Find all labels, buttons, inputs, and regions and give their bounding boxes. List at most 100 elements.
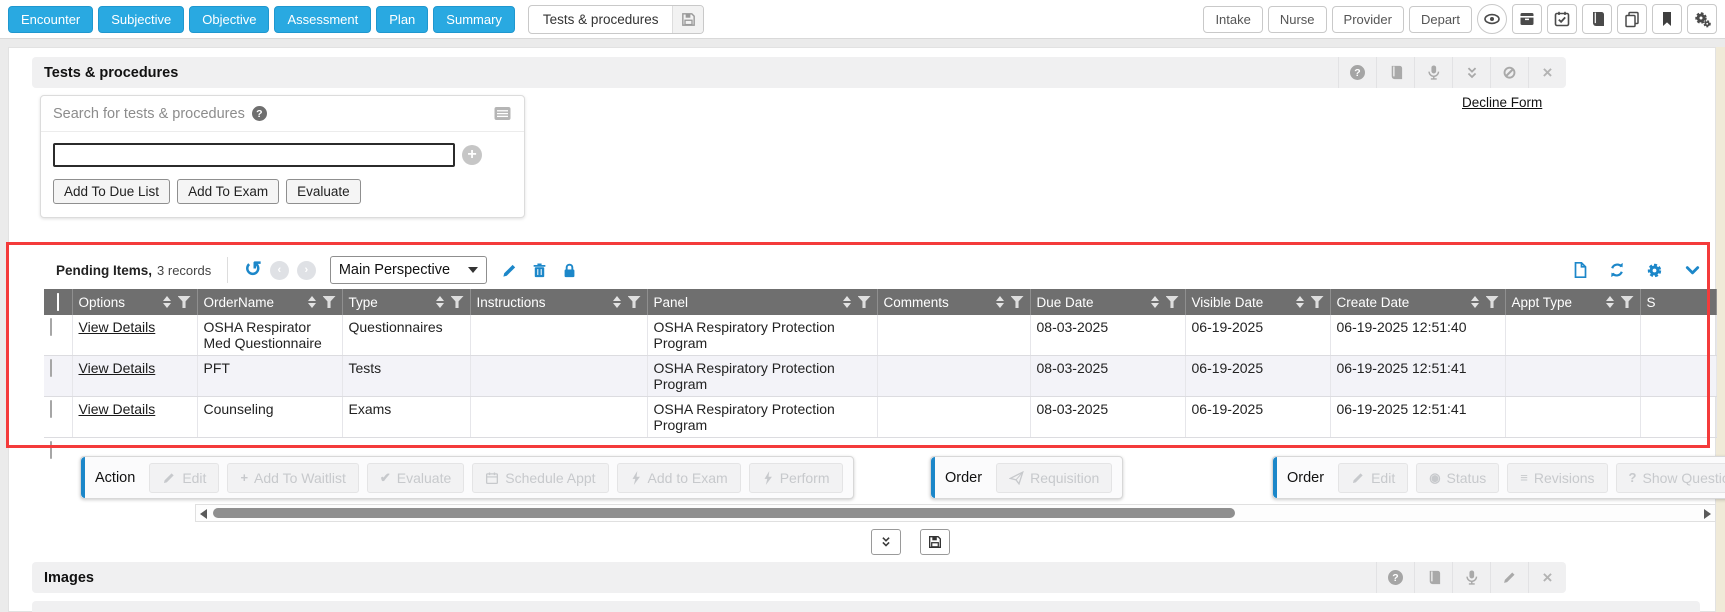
select-all-header[interactable]: [44, 289, 72, 315]
schedule-appt-button-disabled[interactable]: Schedule Appt: [472, 463, 608, 493]
tab-objective[interactable]: Objective: [189, 6, 269, 33]
sort-icon[interactable]: [1606, 296, 1614, 308]
column-header-instructions[interactable]: Instructions: [470, 289, 647, 315]
refresh-icon[interactable]: [1608, 261, 1626, 279]
next-page-button[interactable]: ›: [297, 261, 316, 280]
edit-pencil-icon[interactable]: [501, 262, 518, 279]
intake-button[interactable]: Intake: [1203, 6, 1262, 33]
evaluate-button[interactable]: Evaluate: [286, 179, 361, 204]
column-header-type[interactable]: Type: [342, 289, 470, 315]
help-button[interactable]: ?: [1338, 57, 1376, 88]
lock-icon[interactable]: [561, 262, 578, 279]
nurse-button[interactable]: Nurse: [1268, 6, 1327, 33]
sort-icon[interactable]: [843, 296, 851, 308]
collapse-section-button[interactable]: [871, 529, 901, 555]
save-tab-button[interactable]: [672, 6, 703, 33]
scroll-right-arrow[interactable]: [1704, 509, 1711, 519]
filter-icon[interactable]: [1621, 296, 1634, 308]
eye-button[interactable]: [1477, 4, 1507, 34]
sort-icon[interactable]: [613, 296, 621, 308]
horizontal-scrollbar[interactable]: [195, 504, 1716, 522]
dictate-button[interactable]: [1452, 562, 1490, 593]
dictate-button[interactable]: [1414, 57, 1452, 88]
edit-button[interactable]: [1490, 562, 1528, 593]
filter-icon[interactable]: [1011, 296, 1024, 308]
help-button[interactable]: ?: [1376, 562, 1414, 593]
show-questions-button-disabled[interactable]: ? Show Questions: [1616, 463, 1725, 493]
collapse-button[interactable]: [1452, 57, 1490, 88]
calendar-check-button[interactable]: [1547, 4, 1577, 34]
tab-assessment[interactable]: Assessment: [274, 6, 371, 33]
sort-icon[interactable]: [308, 296, 316, 308]
add-to-waitlist-button-disabled[interactable]: + Add To Waitlist: [227, 463, 358, 493]
row-checkbox[interactable]: [50, 359, 52, 377]
column-header-appt-type[interactable]: Appt Type: [1505, 289, 1640, 315]
tab-summary[interactable]: Summary: [433, 6, 515, 33]
journal-button[interactable]: [1582, 4, 1612, 34]
sort-icon[interactable]: [996, 296, 1004, 308]
list-view-button[interactable]: [493, 105, 512, 122]
page-scrollbar-track[interactable]: [1716, 47, 1725, 612]
select-all-checkbox[interactable]: [57, 293, 59, 311]
edit-order-button-disabled[interactable]: Edit: [1338, 463, 1408, 493]
tab-encounter[interactable]: Encounter: [8, 6, 93, 33]
row-checkbox[interactable]: [50, 318, 52, 336]
perspective-select[interactable]: Main Perspective: [330, 256, 487, 284]
requisition-button-disabled[interactable]: Requisition: [996, 463, 1112, 493]
column-header-ordername[interactable]: OrderName: [197, 289, 342, 315]
filter-icon[interactable]: [1311, 296, 1324, 308]
sort-icon[interactable]: [1471, 296, 1479, 308]
filter-icon[interactable]: [858, 296, 871, 308]
filter-icon[interactable]: [451, 296, 464, 308]
edit-button-disabled[interactable]: Edit: [149, 463, 219, 493]
column-header-options[interactable]: Options: [72, 289, 197, 315]
trash-icon[interactable]: [531, 262, 548, 279]
tab-tests-procedures-active[interactable]: Tests & procedures: [528, 5, 705, 34]
search-input[interactable]: [53, 143, 455, 167]
chevron-down-icon[interactable]: [1683, 262, 1702, 279]
journal-button[interactable]: [1376, 57, 1414, 88]
status-button-disabled[interactable]: ◉ Status: [1416, 463, 1499, 493]
gear-icon[interactable]: [1645, 261, 1664, 280]
add-to-exam-button-disabled[interactable]: Add to Exam: [617, 463, 741, 493]
evaluate-button-disabled[interactable]: ✔ Evaluate: [367, 463, 464, 493]
view-details-link[interactable]: View Details: [79, 319, 156, 335]
bookmark-button[interactable]: [1652, 4, 1682, 34]
filter-icon[interactable]: [323, 296, 336, 308]
decline-section-button[interactable]: ⊘: [1490, 57, 1528, 88]
new-document-icon[interactable]: [1571, 261, 1589, 279]
add-to-exam-button[interactable]: Add To Exam: [177, 179, 279, 204]
scroll-left-arrow[interactable]: [200, 509, 207, 519]
column-header-due-date[interactable]: Due Date: [1030, 289, 1185, 315]
filter-icon[interactable]: [628, 296, 641, 308]
tab-plan[interactable]: Plan: [376, 6, 428, 33]
sort-icon[interactable]: [1296, 296, 1304, 308]
undo-icon[interactable]: ↺: [244, 260, 262, 280]
column-header-visible-date[interactable]: Visible Date: [1185, 289, 1330, 315]
scrollbar-thumb[interactable]: [213, 508, 1235, 518]
filter-icon[interactable]: [178, 296, 191, 308]
close-section-button[interactable]: ×: [1528, 57, 1566, 88]
sort-icon[interactable]: [1151, 296, 1159, 308]
view-details-link[interactable]: View Details: [79, 401, 156, 417]
save-button[interactable]: [920, 529, 950, 555]
prev-page-button[interactable]: ‹: [270, 261, 289, 280]
sort-icon[interactable]: [436, 296, 444, 308]
column-header-panel[interactable]: Panel: [647, 289, 877, 315]
filter-icon[interactable]: [1486, 296, 1499, 308]
revisions-button-disabled[interactable]: ≡ Revisions: [1507, 463, 1607, 493]
close-section-button[interactable]: ×: [1528, 562, 1566, 593]
add-icon[interactable]: +: [462, 145, 482, 165]
archive-button[interactable]: [1512, 4, 1542, 34]
sort-icon[interactable]: [163, 296, 171, 308]
row-checkbox[interactable]: [50, 400, 52, 418]
decline-form-link[interactable]: Decline Form: [1462, 95, 1542, 110]
view-details-link[interactable]: View Details: [79, 360, 156, 376]
row-checkbox[interactable]: [50, 441, 52, 459]
provider-button[interactable]: Provider: [1332, 6, 1404, 33]
column-header-create-date[interactable]: Create Date: [1330, 289, 1505, 315]
depart-button[interactable]: Depart: [1409, 6, 1472, 33]
add-to-due-list-button[interactable]: Add To Due List: [53, 179, 170, 204]
journal-button[interactable]: [1414, 562, 1452, 593]
tab-subjective[interactable]: Subjective: [98, 6, 184, 33]
